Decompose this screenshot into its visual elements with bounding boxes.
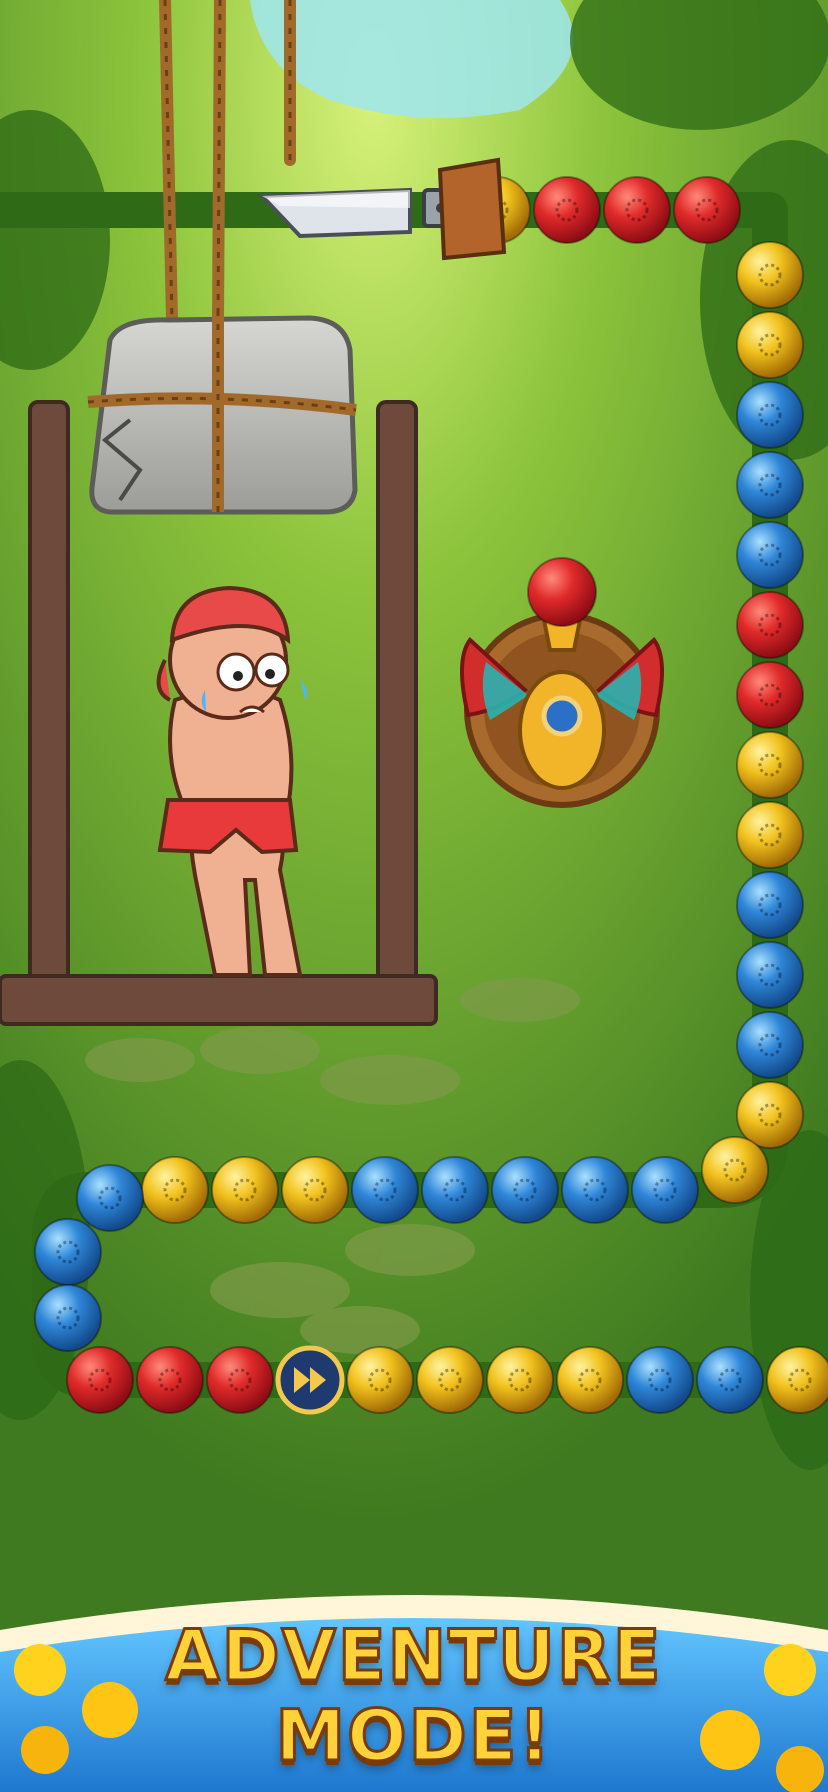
marble-yellow	[486, 1346, 554, 1414]
marble-yellow	[736, 801, 804, 869]
marble-red	[673, 176, 741, 244]
fast-forward-icon	[275, 1345, 345, 1415]
marble-blue	[626, 1346, 694, 1414]
marble-yellow	[736, 241, 804, 309]
marble-yellow	[736, 311, 804, 379]
marble-blue	[736, 381, 804, 449]
marble-blue	[736, 941, 804, 1009]
marble-red	[603, 176, 671, 244]
marble-yellow	[141, 1156, 209, 1224]
marble-red	[533, 176, 601, 244]
marble-yellow	[211, 1156, 279, 1224]
marble-blue	[736, 521, 804, 589]
marble-red	[136, 1346, 204, 1414]
marble-blue	[736, 1011, 804, 1079]
marble-blue	[34, 1218, 102, 1286]
marble-yellow	[701, 1136, 769, 1204]
marble-blue	[421, 1156, 489, 1224]
marble-red	[206, 1346, 274, 1414]
marble-yellow	[556, 1346, 624, 1414]
loaded-marble	[527, 557, 597, 627]
marble-yellow	[736, 1081, 804, 1149]
marble-blue	[696, 1346, 764, 1414]
boulder-icon	[87, 310, 358, 515]
marble-blue	[76, 1164, 144, 1232]
marble-yellow	[346, 1346, 414, 1414]
marble-blue	[561, 1156, 629, 1224]
marble-red	[736, 591, 804, 659]
banner-title-line2: MODE!	[274, 1694, 553, 1779]
marble-blue	[351, 1156, 419, 1224]
marble-red	[736, 661, 804, 729]
game-scene[interactable]	[0, 0, 828, 1792]
marble-blue	[631, 1156, 699, 1224]
banner-title-line1: ADVENTURE	[164, 1614, 663, 1699]
marble-blue	[34, 1284, 102, 1352]
marble-blue	[736, 871, 804, 939]
loaded-marble-red	[527, 557, 597, 627]
marble-yellow	[766, 1346, 828, 1414]
marble-blue	[491, 1156, 559, 1224]
marble-blue	[736, 451, 804, 519]
marble-yellow	[281, 1156, 349, 1224]
marble-yellow	[736, 731, 804, 799]
marble-red	[66, 1346, 134, 1414]
marble-yellow	[416, 1346, 484, 1414]
